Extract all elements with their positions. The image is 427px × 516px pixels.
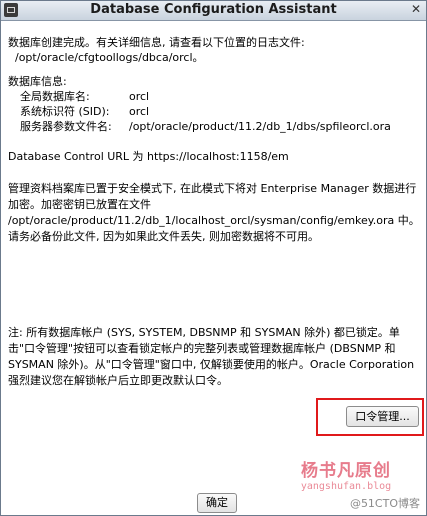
log-path-text: /opt/oracle/cfgtoollogs/dbca/orcl。 — [15, 51, 204, 64]
dbca-dialog: Database Configuration Assistant ✕ 数据库创建… — [0, 0, 427, 516]
title-bar[interactable]: Database Configuration Assistant ✕ — [1, 1, 426, 21]
db-info-header: 数据库信息: — [8, 75, 67, 88]
encryption-notice: 管理资料档案库已置于安全模式下, 在此模式下将对 Enterprise Mana… — [8, 182, 420, 243]
sid-label: 系统标识符 (SID): — [20, 105, 110, 118]
accounts-note: 注: 所有数据库帐户 (SYS, SYSTEM, DBSNMP 和 SYSMAN… — [8, 326, 415, 387]
global-name-value: orcl — [129, 90, 150, 103]
sid-value: orcl — [129, 105, 150, 118]
watermark-title: 杨书凡原创 — [301, 461, 391, 481]
global-name-label: 全局数据库名: — [20, 90, 90, 103]
spfile-value: /opt/oracle/product/11.2/db_1/dbs/spfile… — [129, 120, 391, 133]
spfile-label: 服务器参数文件名: — [20, 120, 112, 133]
ok-button[interactable]: 确定 — [197, 493, 237, 513]
password-management-button[interactable]: 口令管理... — [346, 406, 419, 427]
creation-complete-text: 数据库创建完成。有关详细信息, 请查看以下位置的日志文件: — [8, 36, 305, 49]
blog-credit: @51CTO博客 — [349, 497, 420, 510]
control-url-text: Database Control URL 为 https://localhost… — [8, 150, 289, 163]
watermark-url: yangshufan.blog — [300, 481, 392, 492]
close-icon[interactable]: ✕ — [409, 3, 423, 17]
watermark: 杨书凡原创 yangshufan.blog — [291, 456, 401, 492]
window-title: Database Configuration Assistant — [90, 2, 337, 17]
